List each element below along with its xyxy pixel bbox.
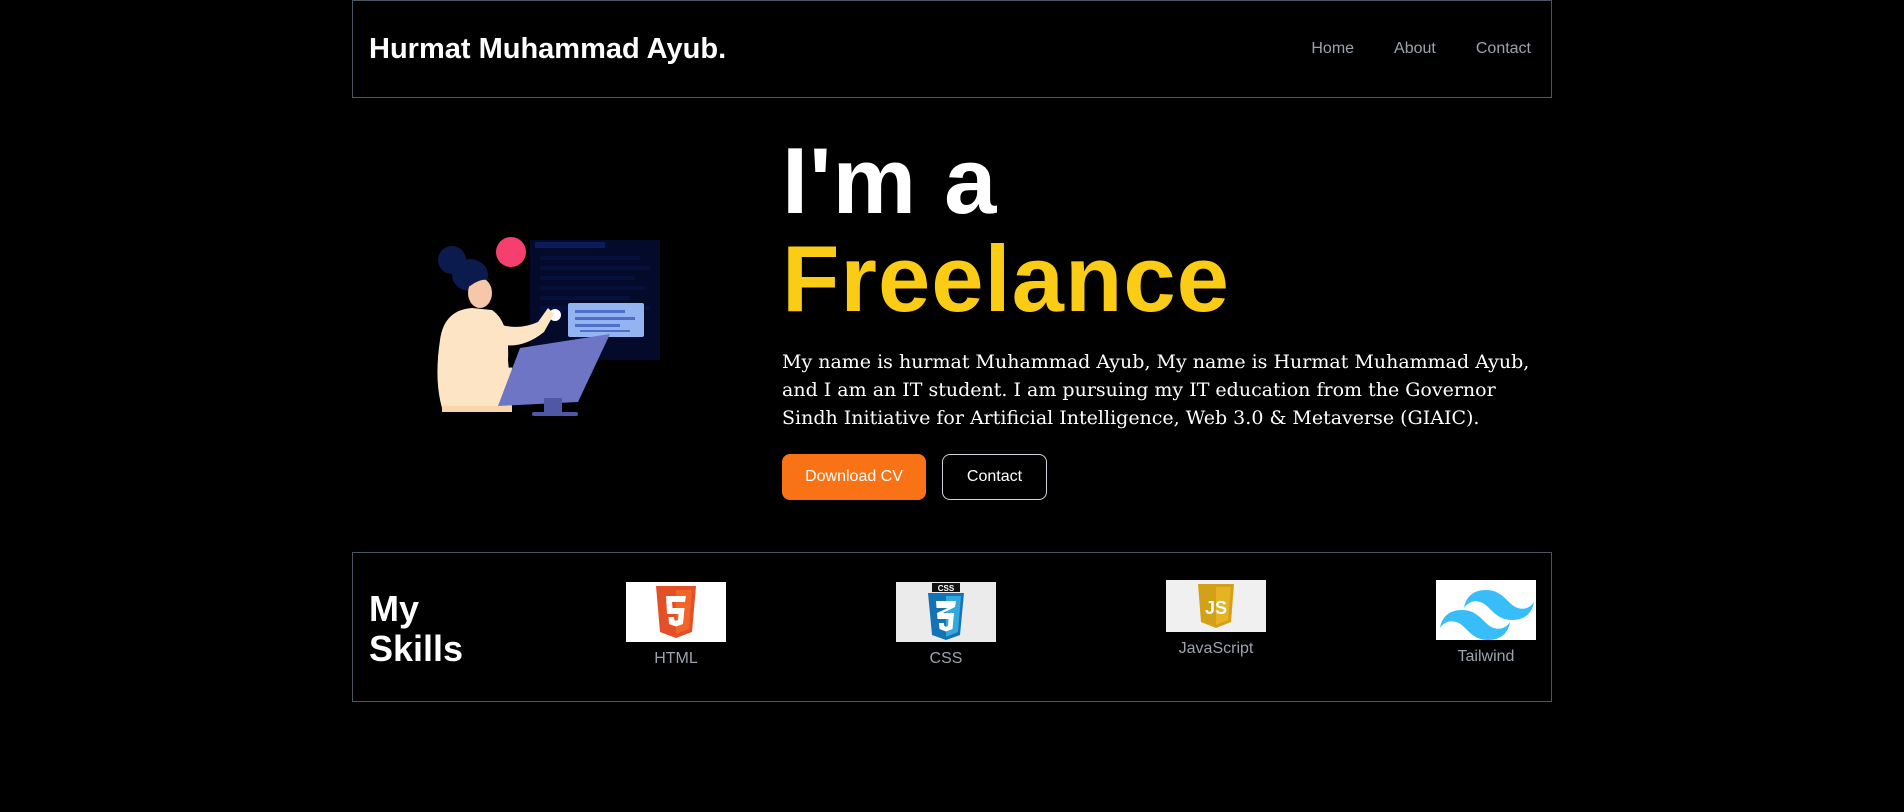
- skill-label-javascript: JavaScript: [1178, 640, 1254, 657]
- hero-heading-line2: Freelance: [782, 226, 1230, 331]
- skills-title-line2: Skills: [369, 628, 464, 669]
- skill-label-css: CSS: [929, 650, 963, 667]
- skill-item-html: HTML: [626, 582, 726, 668]
- nav-home-link[interactable]: Home: [1311, 40, 1354, 58]
- site-header: Hurmat Muhammad Ayub. Home About Contact: [352, 0, 1552, 98]
- skills-title-line1: My: [369, 588, 420, 629]
- javascript-logo-icon: JS: [1166, 580, 1266, 632]
- skill-item-javascript: JS JavaScript: [1166, 580, 1266, 658]
- hero-section: I'm a Freelance My name is hurmat Muhamm…: [782, 132, 1542, 500]
- person-at-computer-illustration: [437, 237, 660, 416]
- skill-item-css: CSS CSS: [896, 582, 996, 668]
- skill-item-tailwind: Tailwind: [1436, 580, 1536, 666]
- contact-button[interactable]: Contact: [942, 454, 1047, 500]
- download-cv-button[interactable]: Download CV: [782, 454, 926, 500]
- css3-logo-icon: CSS: [896, 582, 996, 642]
- skills-section: My Skills HTML CSS CSS JS JavaScript Tai…: [352, 552, 1552, 702]
- skill-label-tailwind: Tailwind: [1457, 648, 1515, 665]
- hero-buttons: Download CV Contact: [782, 454, 1542, 500]
- nav-about-link[interactable]: About: [1394, 40, 1436, 58]
- html5-logo-icon: [626, 582, 726, 642]
- skills-title: My Skills: [369, 589, 463, 669]
- skill-label-html: HTML: [654, 650, 698, 667]
- hero-heading-line1: I'm a: [782, 128, 998, 233]
- svg-text:CSS: CSS: [938, 584, 955, 593]
- main-nav: Home About Contact: [1311, 40, 1531, 58]
- hero-illustration: [420, 230, 660, 430]
- tailwind-logo-icon: [1436, 580, 1536, 640]
- site-brand[interactable]: Hurmat Muhammad Ayub.: [369, 33, 726, 66]
- hero-description: My name is hurmat Muhammad Ayub, My name…: [782, 351, 1530, 429]
- nav-contact-link[interactable]: Contact: [1476, 40, 1531, 58]
- svg-text:JS: JS: [1205, 598, 1227, 618]
